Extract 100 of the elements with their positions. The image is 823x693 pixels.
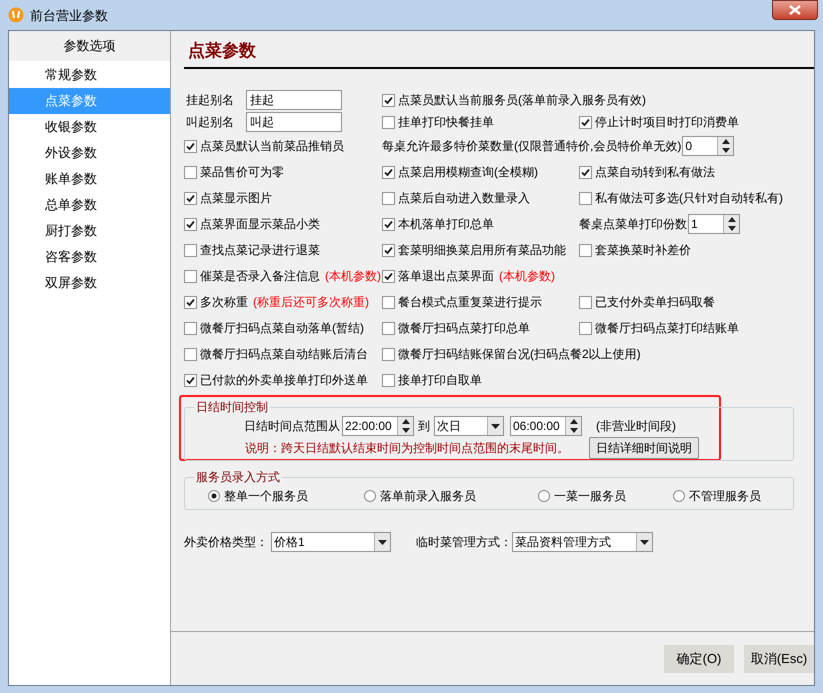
checkbox[interactable] xyxy=(382,94,395,106)
checkbox[interactable] xyxy=(184,140,197,152)
checkbox-label: 点菜界面显示菜品小类 xyxy=(200,216,320,233)
checkbox[interactable] xyxy=(184,374,197,386)
radio-label: 不管理服务员 xyxy=(689,488,761,504)
sidebar-item[interactable]: 总单参数 xyxy=(9,192,170,218)
dialog-button[interactable]: 确定(O) xyxy=(664,644,734,672)
close-icon xyxy=(789,5,801,15)
field-label: 叫起别名 xyxy=(186,114,235,131)
radio-label: 整单一个服务员 xyxy=(224,488,308,504)
window-title: 前台营业参数 xyxy=(30,7,108,25)
checkbox[interactable] xyxy=(579,296,592,308)
checkbox-label: 套菜明细换菜启用所有菜品功能 xyxy=(398,242,566,259)
caret-icon xyxy=(491,424,500,428)
checkbox-label: 微餐厅扫码点菜自动落单(暂结) xyxy=(200,320,364,337)
checkbox-label: 餐台模式点重复菜进行提示 xyxy=(398,294,542,311)
radio-button[interactable] xyxy=(208,490,220,502)
checkbox-label: 私有做法可多选(只针对自动转私有) xyxy=(595,190,783,207)
field-label: 挂起别名 xyxy=(186,92,235,109)
dropdown-value: 次日 xyxy=(436,418,462,435)
checkbox[interactable] xyxy=(382,296,395,308)
checkbox-label: 微餐厅扫码点菜打印结账单 xyxy=(595,320,739,337)
spin-label: 每桌允许最多特价菜数量(仅限普通特价,会员特价单无效) xyxy=(382,138,682,155)
checkbox-label: 已付款的外卖单接单打印外送单 xyxy=(200,372,368,389)
sidebar-item[interactable]: 咨客参数 xyxy=(9,244,170,270)
checkbox-label: 点菜启用模糊查询(全模糊) xyxy=(398,164,538,181)
checkbox[interactable] xyxy=(579,244,592,256)
radio-button[interactable] xyxy=(673,490,685,502)
spin-label: 餐桌点菜单打印份数 xyxy=(579,216,687,233)
checkbox-label: 微餐厅扫码结账保留台况(扫码点餐2以上使用) xyxy=(398,346,641,363)
dropdown[interactable]: 次日 xyxy=(434,416,504,436)
dropdown-label: 外卖价格类型： xyxy=(184,534,269,551)
sidebar-item[interactable]: 双屏参数 xyxy=(9,270,170,296)
checkbox-label: 多次称重 xyxy=(200,294,248,311)
checkbox-label: 本机落单打印总单 xyxy=(398,216,494,233)
radio-label: 一菜一服务员 xyxy=(554,488,626,504)
to-label: 到 xyxy=(418,418,430,435)
text-field[interactable]: 挂起 xyxy=(246,90,342,110)
checkbox[interactable] xyxy=(184,270,197,282)
app-icon xyxy=(8,7,24,23)
checkbox-label: 点菜后自动进入数量录入 xyxy=(398,190,530,207)
note-text: (称重后还可多次称重) xyxy=(253,294,369,311)
radio-button[interactable] xyxy=(538,490,550,502)
panel-title: 点菜参数 xyxy=(187,40,257,62)
sidebar-item[interactable]: 常规参数 xyxy=(9,62,170,88)
sidebar-header: 参数选项 xyxy=(9,31,170,61)
sidebar-item[interactable]: 账单参数 xyxy=(9,166,170,192)
checkbox[interactable] xyxy=(579,322,592,334)
group-title: 服务员录入方式 xyxy=(194,470,282,484)
checkbox-label: 落单退出点菜界面 xyxy=(398,268,494,285)
radio-label: 落单前录入服务员 xyxy=(380,488,476,504)
checkbox[interactable] xyxy=(382,348,395,360)
dropdown[interactable]: 菜品资料管理方式 xyxy=(512,532,653,552)
checkbox[interactable] xyxy=(579,166,592,178)
checkbox[interactable] xyxy=(579,192,592,204)
dropdown-value: 价格1 xyxy=(273,534,306,551)
checkbox[interactable] xyxy=(184,192,197,204)
checkbox-label: 点菜员默认当前服务员(落单前录入服务员有效) xyxy=(398,92,646,109)
checkbox[interactable] xyxy=(184,166,197,178)
sidebar-item[interactable]: 厨打参数 xyxy=(9,218,170,244)
hint-text: (非营业时间段) xyxy=(596,418,676,435)
checkbox-label: 催菜是否录入备注信息 xyxy=(200,268,320,285)
checkbox-label: 微餐厅扫码点菜打印总单 xyxy=(398,320,530,337)
checkbox-label: 接单打印自取单 xyxy=(398,372,482,389)
checkbox-label: 点菜员默认当前菜品推销员 xyxy=(200,138,344,155)
checkbox-label: 挂单打印快餐挂单 xyxy=(398,114,494,131)
checkbox[interactable] xyxy=(382,374,395,386)
range-label: 日结时间点范围从 xyxy=(244,418,340,435)
dialog-button[interactable]: 取消(Esc) xyxy=(744,644,814,672)
sidebar-item[interactable]: 外设参数 xyxy=(9,140,170,166)
close-button[interactable] xyxy=(772,0,818,20)
checkbox[interactable] xyxy=(382,192,395,204)
radio-button[interactable] xyxy=(364,490,376,502)
checkbox-label: 微餐厅扫码点菜自动结账后清台 xyxy=(200,346,368,363)
caret-icon xyxy=(378,540,387,544)
checkbox[interactable] xyxy=(184,244,197,256)
caret-icon xyxy=(640,540,649,544)
checkbox-label: 查找点菜记录进行退菜 xyxy=(200,242,320,259)
checkbox[interactable] xyxy=(382,244,395,256)
group-title: 日结时间控制 xyxy=(194,400,270,414)
checkbox[interactable] xyxy=(382,322,395,334)
checkbox[interactable] xyxy=(184,348,197,360)
sidebar-item[interactable]: 收银参数 xyxy=(9,114,170,140)
note-text: (本机参数) xyxy=(499,268,555,285)
checkbox[interactable] xyxy=(184,296,197,308)
info-button[interactable]: 日结详细时间说明 xyxy=(589,437,699,459)
checkbox[interactable] xyxy=(382,218,395,230)
checkbox[interactable] xyxy=(184,218,197,230)
dropdown[interactable]: 价格1 xyxy=(271,532,391,552)
checkbox-label: 点菜自动转到私有做法 xyxy=(595,164,715,181)
checkbox-label: 菜品售价可为零 xyxy=(200,164,284,181)
checkbox-label: 点菜显示图片 xyxy=(200,190,272,207)
checkbox[interactable] xyxy=(579,116,592,128)
checkbox-label: 停止计时项目时打印消费单 xyxy=(595,114,739,131)
text-field[interactable]: 叫起 xyxy=(246,112,342,132)
checkbox[interactable] xyxy=(184,322,197,334)
dropdown-value: 菜品资料管理方式 xyxy=(514,534,612,551)
checkbox[interactable] xyxy=(382,116,395,128)
checkbox[interactable] xyxy=(382,270,395,282)
checkbox[interactable] xyxy=(382,166,395,178)
